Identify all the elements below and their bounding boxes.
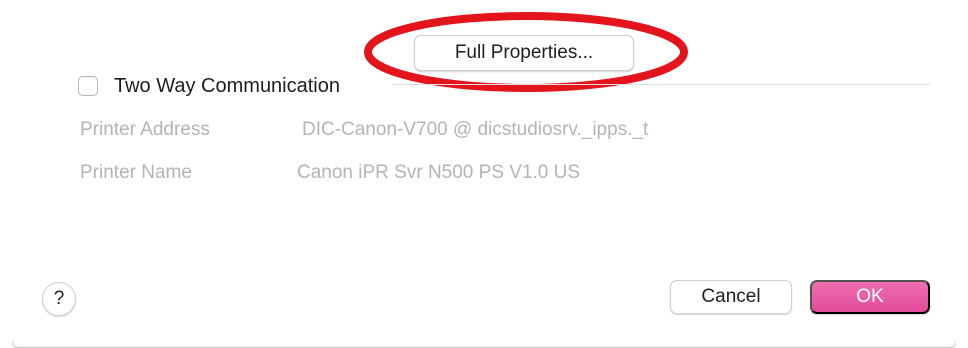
- printer-name-label: Printer Name: [80, 162, 192, 183]
- printer-options-dialog: Full Properties... Two Way Communication…: [0, 0, 968, 348]
- cancel-button[interactable]: Cancel: [670, 280, 792, 314]
- two-way-communication-option[interactable]: Two Way Communication: [78, 72, 340, 100]
- full-properties-button[interactable]: Full Properties...: [414, 35, 634, 71]
- two-way-communication-label: Two Way Communication: [114, 74, 340, 97]
- dialog-bottom-edge: [12, 341, 956, 348]
- section-divider: [392, 84, 930, 85]
- ok-button[interactable]: OK: [810, 280, 930, 314]
- printer-name-value: Canon iPR Svr N500 PS V1.0 US: [297, 162, 581, 183]
- help-button[interactable]: ?: [42, 282, 76, 316]
- printer-address-value: DIC-Canon-V700 @ dicstudiosrv._ipps._t: [302, 119, 649, 140]
- two-way-communication-checkbox[interactable]: [78, 76, 98, 96]
- printer-address-label: Printer Address: [80, 119, 210, 140]
- question-mark-icon: ?: [53, 288, 65, 309]
